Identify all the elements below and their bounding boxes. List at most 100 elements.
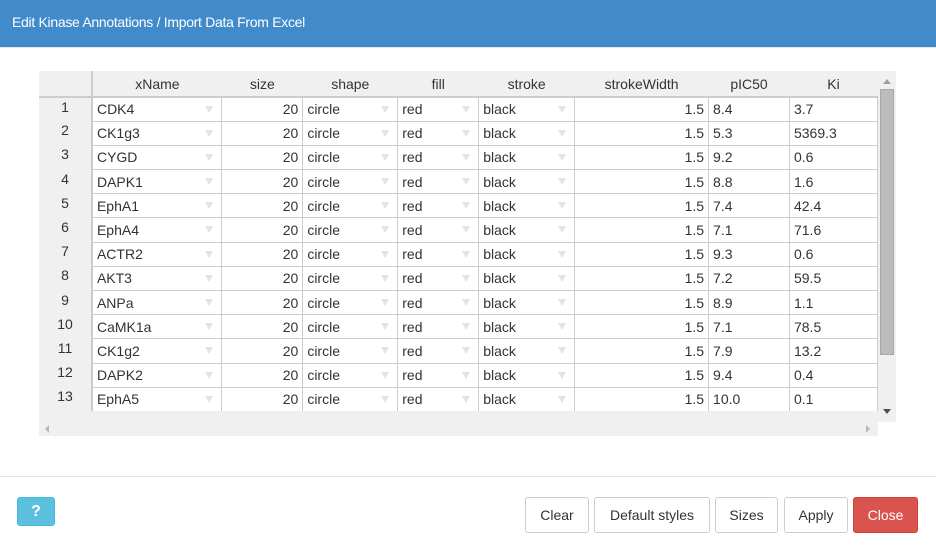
- clear-button[interactable]: Clear: [525, 497, 589, 533]
- cell-xname[interactable]: EphA5: [91, 386, 223, 411]
- cell-pic50[interactable]: 9.4: [708, 362, 790, 388]
- cell-size[interactable]: 20: [221, 362, 304, 388]
- dropdown-arrow-icon[interactable]: [381, 129, 390, 137]
- dropdown-arrow-icon[interactable]: [462, 202, 471, 210]
- cell-xname[interactable]: DAPK2: [91, 362, 223, 388]
- cell-stroke[interactable]: black: [478, 314, 576, 340]
- vertical-scroll-thumb[interactable]: [880, 89, 894, 355]
- column-header-fill[interactable]: fill: [397, 71, 479, 98]
- cell-size[interactable]: 20: [221, 241, 304, 267]
- cell-xname[interactable]: AKT3: [91, 265, 223, 292]
- dropdown-arrow-icon[interactable]: [381, 250, 390, 258]
- cell-xname[interactable]: DAPK1: [91, 169, 223, 195]
- cell-strokewidth[interactable]: 1.5: [574, 120, 710, 146]
- scroll-left-arrow-icon[interactable]: [45, 425, 49, 433]
- cell-fill[interactable]: red: [397, 96, 480, 122]
- dropdown-arrow-icon[interactable]: [462, 226, 471, 234]
- column-header-pic50[interactable]: pIC50: [708, 71, 790, 98]
- cell-strokewidth[interactable]: 1.5: [574, 144, 710, 171]
- cell-pic50[interactable]: 8.4: [708, 96, 790, 122]
- dropdown-arrow-icon[interactable]: [558, 371, 567, 379]
- cell-fill[interactable]: red: [397, 338, 480, 364]
- column-header-xname[interactable]: xName: [91, 71, 222, 98]
- cell-stroke[interactable]: black: [478, 96, 576, 122]
- dropdown-arrow-icon[interactable]: [462, 250, 471, 258]
- cell-pic50[interactable]: 7.1: [708, 314, 790, 340]
- cell-strokewidth[interactable]: 1.5: [574, 169, 710, 195]
- cell-pic50[interactable]: 10.0: [708, 386, 790, 411]
- close-button[interactable]: Close: [853, 497, 918, 533]
- cell-shape[interactable]: circle: [302, 362, 399, 388]
- cell-xname[interactable]: EphA1: [91, 193, 223, 219]
- dropdown-arrow-icon[interactable]: [205, 129, 214, 137]
- cell-fill[interactable]: red: [397, 120, 480, 146]
- cell-fill[interactable]: red: [397, 241, 480, 267]
- cell-xname[interactable]: CaMK1a: [91, 314, 223, 340]
- cell-fill[interactable]: red: [397, 217, 480, 243]
- cell-ki[interactable]: 0.4: [788, 362, 878, 388]
- dropdown-arrow-icon[interactable]: [205, 202, 214, 210]
- dropdown-arrow-icon[interactable]: [381, 153, 390, 161]
- column-header-strokewidth[interactable]: strokeWidth: [574, 71, 709, 98]
- scroll-down-arrow-icon[interactable]: [883, 409, 891, 414]
- dropdown-arrow-icon[interactable]: [205, 106, 214, 113]
- cell-strokewidth[interactable]: 1.5: [574, 362, 710, 388]
- cell-fill[interactable]: red: [397, 386, 480, 411]
- sizes-button[interactable]: Sizes: [715, 497, 778, 533]
- row-number[interactable]: 12: [39, 363, 93, 388]
- cell-shape[interactable]: circle: [302, 217, 399, 243]
- column-header-stroke[interactable]: stroke: [478, 71, 575, 98]
- cell-xname[interactable]: EphA4: [91, 217, 223, 243]
- dropdown-arrow-icon[interactable]: [558, 250, 567, 258]
- cell-stroke[interactable]: black: [478, 265, 576, 292]
- dropdown-arrow-icon[interactable]: [205, 347, 214, 355]
- dropdown-arrow-icon[interactable]: [462, 323, 471, 331]
- cell-ki[interactable]: 3.7: [788, 96, 878, 122]
- cell-fill[interactable]: red: [397, 144, 480, 171]
- dropdown-arrow-icon[interactable]: [462, 129, 471, 137]
- dropdown-arrow-icon[interactable]: [558, 153, 567, 161]
- cell-xname[interactable]: CYGD: [91, 144, 223, 171]
- cell-shape[interactable]: circle: [302, 265, 399, 292]
- dropdown-arrow-icon[interactable]: [381, 347, 390, 355]
- row-number[interactable]: 10: [39, 314, 93, 339]
- corner-cell[interactable]: [39, 71, 93, 98]
- row-number[interactable]: 2: [39, 121, 93, 146]
- dropdown-arrow-icon[interactable]: [462, 371, 471, 379]
- cell-xname[interactable]: CDK4: [91, 96, 223, 122]
- cell-fill[interactable]: red: [397, 314, 480, 340]
- cell-pic50[interactable]: 7.2: [708, 265, 790, 292]
- cell-strokewidth[interactable]: 1.5: [574, 314, 710, 340]
- dropdown-arrow-icon[interactable]: [462, 153, 471, 161]
- cell-stroke[interactable]: black: [478, 241, 576, 267]
- column-header-ki[interactable]: Ki: [789, 71, 878, 98]
- dropdown-arrow-icon[interactable]: [205, 153, 214, 161]
- vertical-scrollbar[interactable]: [878, 71, 896, 414]
- cell-stroke[interactable]: black: [478, 362, 576, 388]
- cell-shape[interactable]: circle: [302, 169, 399, 195]
- cell-pic50[interactable]: 8.9: [708, 289, 790, 316]
- dropdown-arrow-icon[interactable]: [205, 226, 214, 234]
- cell-shape[interactable]: circle: [302, 193, 399, 219]
- cell-strokewidth[interactable]: 1.5: [574, 217, 710, 243]
- cell-pic50[interactable]: 5.3: [708, 120, 790, 146]
- default-styles-button[interactable]: Default styles: [594, 497, 710, 533]
- row-number[interactable]: 6: [39, 217, 93, 243]
- dropdown-arrow-icon[interactable]: [558, 395, 567, 403]
- cell-ki[interactable]: 0.6: [788, 144, 878, 171]
- cell-size[interactable]: 20: [221, 265, 304, 292]
- cell-stroke[interactable]: black: [478, 144, 576, 171]
- dropdown-arrow-icon[interactable]: [558, 347, 567, 355]
- dropdown-arrow-icon[interactable]: [558, 226, 567, 234]
- row-number[interactable]: 5: [39, 193, 93, 218]
- cell-ki[interactable]: 71.6: [788, 217, 878, 243]
- dropdown-arrow-icon[interactable]: [205, 274, 214, 282]
- cell-strokewidth[interactable]: 1.5: [574, 289, 710, 316]
- cell-strokewidth[interactable]: 1.5: [574, 193, 710, 219]
- cell-strokewidth[interactable]: 1.5: [574, 96, 710, 122]
- cell-strokewidth[interactable]: 1.5: [574, 338, 710, 364]
- dropdown-arrow-icon[interactable]: [381, 371, 390, 379]
- dropdown-arrow-icon[interactable]: [205, 323, 214, 331]
- cell-ki[interactable]: 59.5: [788, 265, 878, 292]
- cell-strokewidth[interactable]: 1.5: [574, 386, 710, 411]
